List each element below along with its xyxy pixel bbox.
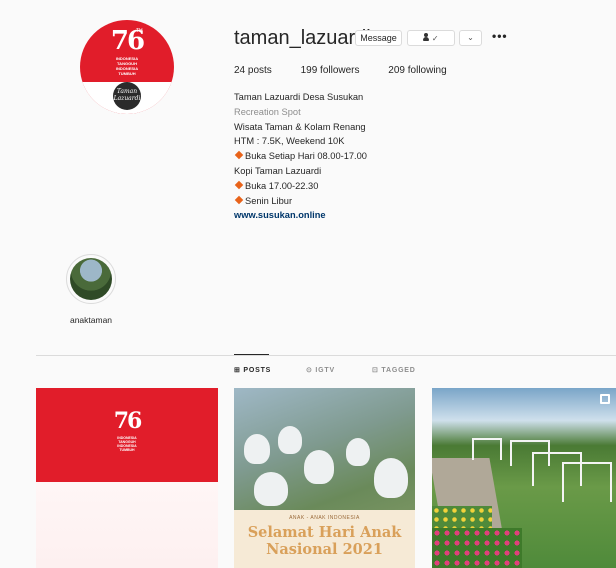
post-photo-figure [244,434,270,464]
more-options-icon[interactable]: ••• [492,29,508,43]
following-count[interactable]: 209 following [388,65,446,76]
post-thumbnail[interactable] [432,388,616,568]
bio-line: Senin Libur [234,194,494,209]
bio-category: Recreation Spot [234,106,301,117]
taman-lazuardi-logo: Taman Lazuardi [113,82,141,110]
bio-line-text: Senin Libur [245,195,293,206]
post-photo-flowers [432,528,522,568]
suggested-accounts-button[interactable]: ⌄ [459,30,482,46]
highlight-label: anaktaman [69,315,113,325]
post-photo-chair [562,462,612,502]
chevron-down-icon: ⌄ [467,33,474,42]
diamond-icon [234,150,244,160]
tab-igtv[interactable]: ⊙ IGTV [306,366,335,374]
avatar-superscript: TH [136,28,143,34]
post-caption-small: ANAK - ANAK INDONESIA [289,515,360,521]
bio-name: Taman Lazuardi Desa Susukan [234,92,364,102]
post-text-line: TUMBUH [119,448,135,452]
post-photo-figure [278,426,302,454]
diamond-icon [234,180,244,190]
following-button[interactable]: ✓ [407,30,455,46]
posts-count: 24 posts [234,65,272,76]
post-photo-figure [346,438,370,466]
followers-count[interactable]: 199 followers [301,65,360,76]
post-caption-title-line: Nasional 2021 [266,541,383,558]
post-photo-figure [254,472,288,506]
profile-stats: 24 posts 199 followers 209 following [234,65,473,76]
bio-line-text: Buka Setiap Hari 08.00-17.00 [245,151,367,162]
post-photo-figure [304,450,334,484]
tab-tagged[interactable]: ⊡ TAGGED [372,366,416,374]
bio-line: HTM : 7.5K, Weekend 10K [234,136,345,147]
bio-line: Wisata Taman & Kolam Renang [234,121,366,132]
tab-posts[interactable]: ⊞ POSTS [234,366,271,374]
post-photo-flowers [432,506,492,530]
avatar-text-line: TUMBUH [118,71,136,76]
post-photo-figure [374,458,408,498]
post-caption-title: Selamat Hari Anak Nasional 2021 [234,524,415,558]
highlight-cover-image [70,258,112,300]
diamond-icon [234,195,244,204]
post-number: 76 [113,408,143,434]
post-caption-title-line: Selamat Hari Anak [247,524,402,541]
active-tab-indicator [234,354,269,355]
profile-username: taman_lazuardi [234,27,371,49]
bio-line-text: Buka 17.00-22.30 [245,180,319,191]
message-button[interactable]: Message [355,30,402,46]
post-thumbnail[interactable]: ANAK - ANAK INDONESIA Selamat Hari Anak … [234,388,415,568]
story-highlight[interactable] [66,254,116,304]
bio-link[interactable]: www.susukan.online [234,208,494,223]
post-red-panel: 76 INDONESIA TANGGUH INDONESIA TUMBUH [36,388,218,482]
avatar-number: 76 [110,26,145,56]
person-icon [423,33,430,41]
profile-avatar[interactable]: 76 TH INDONESIA TANGGUH INDONESIA TUMBUH… [80,20,174,114]
profile-bio: Taman Lazuardi Desa Susukan Recreation S… [234,90,494,223]
bio-line: Buka Setiap Hari 08.00-17.00 [234,149,494,164]
post-thumbnail[interactable]: 76 INDONESIA TANGGUH INDONESIA TUMBUH [36,388,218,568]
carousel-icon [600,394,610,404]
bio-line: Kopi Taman Lazuardi [234,165,322,176]
post-pink-panel [36,482,218,568]
post-photo-chair [472,438,502,460]
check-icon: ✓ [431,34,439,43]
tabs-divider [36,355,616,356]
bio-line: Buka 17.00-22.30 [234,179,494,194]
